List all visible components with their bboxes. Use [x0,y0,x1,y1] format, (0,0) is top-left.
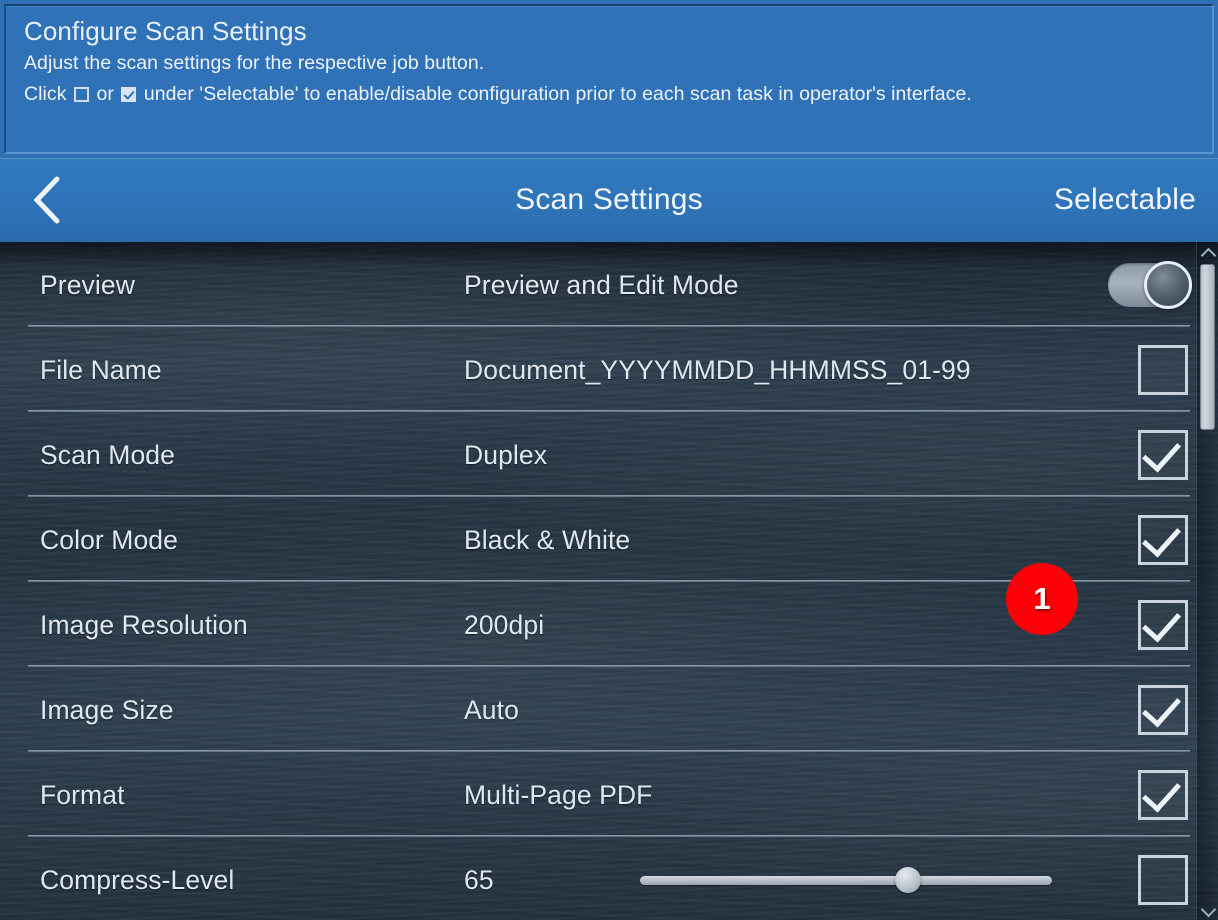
checked-checkbox-icon [121,87,137,102]
table-row[interactable]: Image Size Auto [0,667,1218,752]
vertical-scrollbar[interactable] [1196,242,1218,920]
row-value[interactable]: 200dpi [464,609,544,641]
table-row[interactable]: Preview Preview and Edit Mode [0,242,1218,327]
slider-knob[interactable] [894,866,921,893]
row-value[interactable]: Black & White [464,524,630,556]
table-row[interactable]: File Name Document_YYYYMMDD_HHMMSS_01-99 [0,327,1218,412]
selectable-checkbox[interactable] [1138,599,1188,650]
row-label: Preview [40,269,135,300]
check-icon [1141,771,1182,813]
row-value[interactable]: 65 [464,864,494,896]
unchecked-checkbox-icon [73,87,89,102]
table-row[interactable]: Compress-Level 65 [0,837,1218,920]
row-label: Format [40,779,125,810]
instruction-banner: Configure Scan Settings Adjust the scan … [0,0,1218,158]
compress-level-slider[interactable] [640,866,1052,893]
table-row[interactable]: Color Mode Black & White [0,497,1218,582]
title-bar: Scan Settings Selectable [0,158,1218,242]
selectable-checkbox[interactable] [1138,854,1188,905]
table-row[interactable]: Image Resolution 200dpi [0,582,1218,667]
row-value[interactable]: Preview and Edit Mode [464,269,739,301]
check-icon [1141,686,1182,728]
check-icon [1141,601,1182,643]
check-icon [1141,431,1182,473]
chevron-up-icon[interactable] [1197,242,1218,264]
banner-line-2-suffix: under 'Selectable' to enable/disable con… [143,83,972,105]
row-label: Image Resolution [40,609,248,640]
row-label: Color Mode [40,524,178,555]
selectable-column-header: Selectable [1053,183,1196,216]
row-value[interactable]: Duplex [464,439,547,471]
selectable-checkbox[interactable] [1138,429,1188,480]
preview-mode-toggle[interactable] [1108,260,1192,309]
row-label: Compress-Level [40,864,235,895]
banner-line-2-or: or [96,83,114,105]
selectable-checkbox[interactable] [1138,769,1188,820]
row-value[interactable]: Document_YYYYMMDD_HHMMSS_01-99 [464,354,971,386]
table-row[interactable]: Format Multi-Page PDF [0,752,1218,837]
selectable-checkbox[interactable] [1138,684,1188,735]
slider-track [640,875,1052,885]
page-title: Scan Settings [515,183,703,216]
banner-line-1: Adjust the scan settings for the respect… [24,52,485,74]
row-label: File Name [40,354,162,385]
row-label: Image Size [40,694,174,725]
check-icon [1141,516,1182,558]
row-value[interactable]: Auto [464,694,519,726]
banner-line-2-prefix: Click [24,83,67,105]
toggle-knob [1144,260,1192,309]
row-value[interactable]: Multi-Page PDF [464,779,652,811]
scrollbar-thumb[interactable] [1200,264,1215,430]
selectable-checkbox[interactable] [1138,514,1188,565]
row-label: Scan Mode [40,439,175,470]
scan-settings-list: Preview Preview and Edit Mode File Name Doc… [0,242,1218,920]
table-row[interactable]: Scan Mode Duplex [0,412,1218,497]
chevron-down-icon[interactable] [1197,900,1218,920]
banner-line-2: Click or under 'Selectable' to enable/di… [24,79,1196,110]
selectable-checkbox[interactable] [1138,344,1188,395]
banner-title: Configure Scan Settings [24,16,307,46]
